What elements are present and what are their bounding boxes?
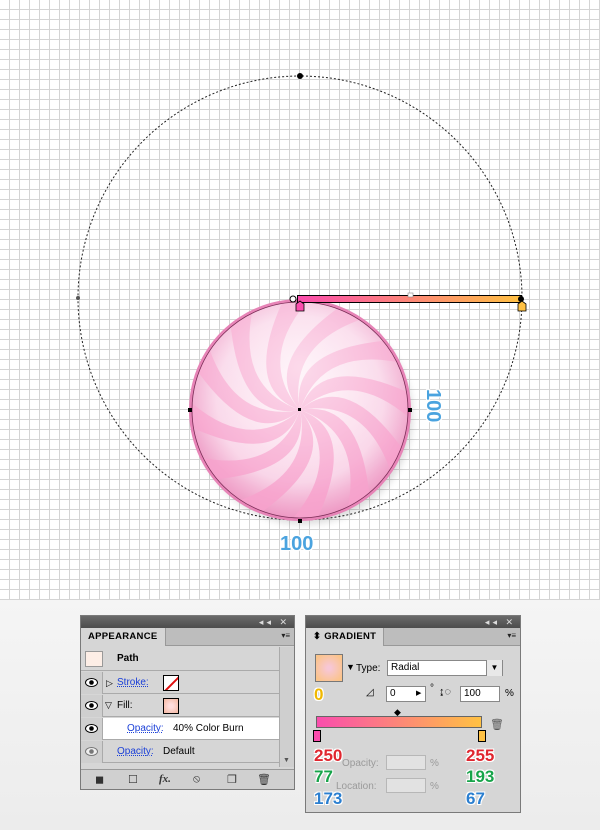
tab-gradient[interactable]: ⬍ GRADIENT	[306, 628, 385, 646]
fill-collapse-icon[interactable]: ▽	[105, 700, 112, 711]
gradient-stop-right[interactable]	[478, 730, 486, 742]
angle-icon: ◿	[366, 687, 374, 698]
gradient-type-select[interactable]: Radial ▼	[387, 660, 503, 676]
clear-appearance-icon[interactable]: ⦸	[193, 773, 200, 786]
aspect-ratio-input[interactable]: 100	[460, 686, 500, 702]
aspect-ratio-icon: ↨◌	[439, 686, 452, 698]
object-label: Path	[117, 653, 139, 664]
stroke-visibility-eye-icon[interactable]	[81, 672, 103, 694]
gradient-midpoint-diamond[interactable]: ◆	[394, 707, 401, 718]
stroke-expand-icon[interactable]: ▷	[106, 678, 113, 689]
appearance-panel: ◂◂ ✕ APPEARANCE ▾≡ Path ▷ Stroke: ▽ Fill…	[80, 615, 295, 790]
angle-stepper-icon[interactable]: ▶	[416, 689, 421, 697]
stop-opacity-label: Opacity:	[342, 758, 379, 769]
fill-opacity-value: 40% Color Burn	[173, 723, 244, 734]
stroke-label[interactable]: Stroke:	[117, 677, 149, 688]
stroke-none-swatch[interactable]	[163, 675, 179, 691]
degree-sign: °	[430, 683, 434, 694]
gradient-bounds-handle-left[interactable]	[76, 296, 80, 300]
gradient-thumbnail[interactable]	[315, 654, 343, 682]
gradient-presets-arrow-icon[interactable]: ▼	[346, 662, 355, 672]
panel-title-bar[interactable]: ◂◂ ✕	[306, 616, 520, 628]
width-dimension-label: 100	[280, 533, 314, 555]
appearance-scrollbar[interactable]: ▼	[279, 647, 294, 767]
artboard-canvas[interactable]: 100 100	[0, 0, 600, 600]
stop-location-input[interactable]	[386, 778, 426, 793]
opacity-row[interactable]: Opacity: Default	[81, 741, 279, 763]
tab-appearance[interactable]: APPEARANCE	[81, 628, 166, 646]
object-thumbnail	[85, 651, 103, 667]
gradient-type-value: Radial	[391, 662, 420, 673]
stop-location-label: Location:	[336, 781, 377, 792]
stop-opacity-percent: %	[430, 758, 439, 769]
fill-label: Fill:	[117, 700, 133, 711]
opacity-label[interactable]: Opacity:	[117, 746, 154, 757]
type-dropdown-arrow-icon[interactable]: ▼	[486, 660, 502, 676]
left-stop-red: 250	[314, 746, 343, 765]
delete-stop-icon[interactable]: 🗑	[490, 718, 504, 731]
height-dimension-label: 100	[422, 389, 444, 423]
left-stop-blue: 173	[314, 789, 343, 808]
angle-value: 0	[390, 688, 396, 699]
right-stop-blue: 67	[466, 789, 485, 808]
add-effect-icon[interactable]: fx.	[159, 773, 171, 785]
aspect-ratio-value: 100	[464, 688, 481, 699]
type-label: Type:	[356, 663, 381, 674]
add-new-stroke-icon[interactable]: ◼	[95, 773, 104, 786]
active-stop-indicator: 0	[314, 685, 324, 704]
fill-opacity-visibility-eye-icon[interactable]	[81, 718, 103, 740]
delete-item-icon[interactable]: 🗑	[257, 773, 271, 786]
left-stop-green: 77	[314, 767, 333, 786]
object-row[interactable]: Path	[81, 647, 279, 671]
stop-opacity-input[interactable]	[386, 755, 426, 770]
fill-opacity-row[interactable]: Opacity: 40% Color Burn	[81, 718, 279, 740]
panel-controls[interactable]: ◂◂ ✕	[485, 616, 516, 628]
duplicate-item-icon[interactable]: ❐	[227, 773, 237, 786]
panel-menu-icon[interactable]: ▾≡	[281, 631, 290, 640]
gradient-stop-left[interactable]	[313, 730, 321, 742]
opacity-visibility-eye-icon[interactable]	[81, 741, 103, 763]
aspect-percent-sign: %	[505, 688, 514, 699]
gradient-bounds-handle-top[interactable]	[297, 73, 303, 79]
gradient-tab-row: ⬍ GRADIENT ▾≡	[306, 628, 520, 646]
fill-row[interactable]: ▽ Fill:	[81, 695, 279, 717]
panel-title-bar[interactable]: ◂◂ ✕	[81, 616, 294, 628]
add-new-fill-icon[interactable]: ☐	[128, 773, 138, 786]
stroke-row[interactable]: ▷ Stroke:	[81, 672, 279, 694]
fill-visibility-eye-icon[interactable]	[81, 695, 103, 717]
stop-location-percent: %	[430, 781, 439, 792]
canvas-art	[76, 73, 527, 524]
appearance-tab-row: APPEARANCE ▾≡	[81, 628, 294, 646]
opacity-value: Default	[163, 746, 195, 757]
panel-menu-icon[interactable]: ▾≡	[507, 631, 516, 640]
tab-gradient-label: GRADIENT	[324, 631, 377, 642]
fill-opacity-label[interactable]: Opacity:	[127, 723, 164, 734]
gradient-panel: ◂◂ ✕ ⬍ GRADIENT ▾≡ ▼ Type: Radial ▼ ◿ 0 …	[305, 615, 521, 813]
right-stop-red: 255	[466, 746, 495, 765]
fill-gradient-swatch[interactable]	[163, 698, 179, 714]
appearance-toolbar: ◼ ☐ fx. ⦸ ❐ 🗑	[81, 769, 294, 789]
panel-controls[interactable]: ◂◂ ✕	[259, 616, 290, 628]
right-stop-green: 193	[466, 767, 495, 786]
